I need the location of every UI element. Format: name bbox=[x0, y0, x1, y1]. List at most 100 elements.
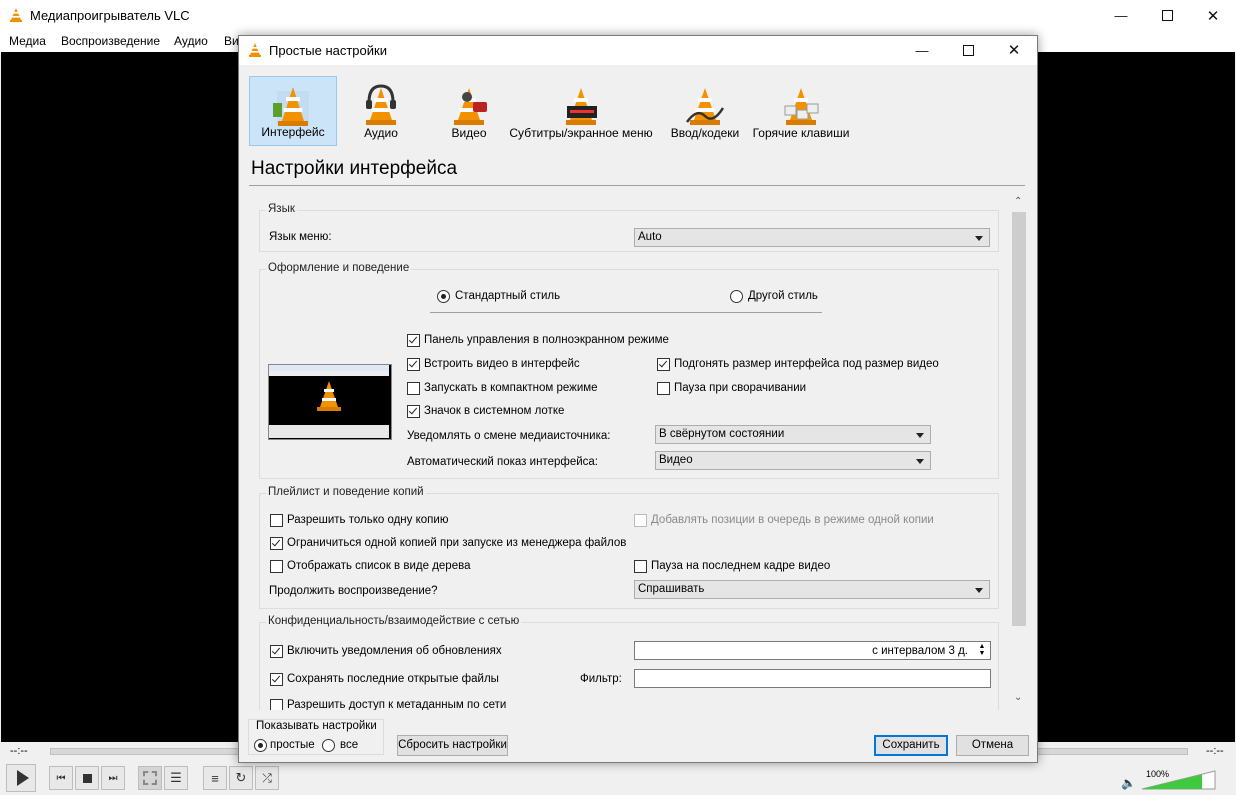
one-instance-fm-checkbox[interactable] bbox=[270, 537, 283, 550]
one-instance-checkbox[interactable] bbox=[270, 514, 283, 527]
stop-icon bbox=[82, 773, 92, 783]
audio-cone-icon bbox=[366, 84, 396, 125]
native-style-radio[interactable] bbox=[437, 290, 450, 303]
shuffle-icon: ⤮ bbox=[262, 770, 272, 785]
embed-video-label: Встроить видео в интерфейс bbox=[424, 358, 580, 370]
codecs-cone-icon bbox=[685, 88, 725, 125]
group-title: Оформление и поведение bbox=[266, 262, 412, 274]
menu-video[interactable]: Ви bbox=[224, 34, 239, 48]
compact-mode-checkbox[interactable] bbox=[407, 382, 420, 395]
next-button[interactable]: ⏭ bbox=[101, 766, 125, 790]
total-time: --:-- bbox=[1206, 745, 1224, 757]
category-subtitles[interactable]: Субтитры/экранное меню bbox=[509, 76, 653, 146]
update-interval-spinbox[interactable]: с интервалом 3 д. ▲ ▼ bbox=[634, 641, 991, 660]
close-button[interactable]: ✕ bbox=[1190, 0, 1236, 31]
pause-minimized-label: Пауза при сворачивании bbox=[674, 382, 807, 394]
main-title-bar[interactable]: Медиапроигрыватель VLC — ✕ bbox=[0, 0, 1236, 31]
cancel-button[interactable]: Отмена bbox=[956, 735, 1029, 756]
dialog-maximize-button[interactable] bbox=[945, 36, 991, 64]
play-button[interactable] bbox=[6, 764, 36, 792]
chevron-down-icon bbox=[916, 433, 924, 438]
volume-slider[interactable] bbox=[1140, 769, 1218, 791]
stop-button[interactable] bbox=[75, 766, 99, 790]
group-title: Конфиденциальность/взаимодействие с сеть… bbox=[266, 615, 522, 627]
equalizer-icon: ☰ bbox=[170, 770, 182, 785]
show-settings-title: Показывать настройки bbox=[256, 720, 377, 732]
other-style-radio[interactable] bbox=[730, 290, 743, 303]
menu-media[interactable]: Медиа bbox=[9, 34, 46, 48]
systray-icon-checkbox[interactable] bbox=[407, 405, 420, 418]
autoraise-dropdown[interactable]: Видео bbox=[655, 451, 931, 470]
group-title: Язык bbox=[266, 203, 297, 215]
pause-minimized-checkbox[interactable] bbox=[657, 382, 670, 395]
update-notify-checkbox[interactable] bbox=[270, 645, 283, 658]
save-recent-label: Сохранять последние открытые файлы bbox=[287, 673, 499, 685]
fullscreen-controls-checkbox[interactable] bbox=[407, 334, 420, 347]
loop-button[interactable]: ↻ bbox=[229, 766, 253, 790]
metadata-network-checkbox[interactable] bbox=[270, 699, 283, 710]
preview-menu-bar bbox=[269, 371, 389, 376]
playlist-button[interactable]: ≡ bbox=[203, 766, 227, 790]
category-video[interactable]: Видео bbox=[425, 76, 513, 146]
vlc-cone-icon bbox=[10, 8, 22, 22]
menu-audio[interactable]: Аудио bbox=[174, 34, 208, 48]
preview-cone-icon bbox=[317, 381, 341, 411]
pause-last-frame-checkbox[interactable] bbox=[634, 560, 647, 573]
interface-cone-icon bbox=[273, 87, 309, 126]
language-group: Язык Язык меню: Auto bbox=[259, 203, 999, 252]
dialog-title-bar[interactable]: Простые настройки — ✕ bbox=[239, 36, 1037, 65]
other-style-label: Другой стиль bbox=[748, 290, 818, 302]
speaker-icon[interactable]: 🔈 bbox=[1121, 776, 1136, 790]
autoraise-label: Автоматический показ интерфейса: bbox=[407, 456, 598, 468]
all-settings-label: все bbox=[340, 739, 359, 751]
simple-settings-label: простые bbox=[270, 739, 315, 751]
close-icon: ✕ bbox=[1007, 42, 1021, 59]
section-heading: Настройки интерфейса bbox=[251, 158, 458, 179]
reset-settings-button[interactable]: Сбросить настройки bbox=[397, 735, 508, 756]
playlist-group: Плейлист и поведение копий Разрешить тол… bbox=[259, 486, 999, 609]
save-button[interactable]: Сохранить bbox=[874, 735, 948, 756]
loop-icon: ↻ bbox=[235, 770, 247, 785]
scroll-down-icon[interactable]: ⌄ bbox=[1014, 692, 1022, 703]
resume-dropdown[interactable]: Спрашивать bbox=[634, 580, 990, 599]
notify-label: Уведомлять о смене медиаисточника: bbox=[407, 430, 611, 442]
tree-view-checkbox[interactable] bbox=[270, 560, 283, 573]
dialog-minimize-button[interactable]: — bbox=[899, 36, 945, 64]
menu-playback[interactable]: Воспроизведение bbox=[61, 34, 160, 48]
fullscreen-button[interactable] bbox=[138, 766, 162, 790]
update-notify-label: Включить уведомления об обновлениях bbox=[287, 645, 502, 657]
heading-divider bbox=[249, 185, 1025, 186]
previous-button[interactable]: ⏮ bbox=[49, 766, 73, 790]
shuffle-button[interactable]: ⤮ bbox=[255, 766, 279, 790]
main-window-title: Медиапроигрыватель VLC bbox=[30, 8, 190, 23]
embed-video-checkbox[interactable] bbox=[407, 358, 420, 371]
spin-arrows-icon[interactable]: ▲ ▼ bbox=[976, 643, 988, 657]
enqueue-one-checkbox[interactable] bbox=[634, 514, 647, 527]
enqueue-one-label: Добавлять позиции в очередь в режиме одн… bbox=[651, 514, 934, 526]
preferences-dialog: Простые настройки — ✕ Интерфейс Аудио Ви… bbox=[238, 35, 1038, 763]
dialog-close-button[interactable]: ✕ bbox=[991, 36, 1037, 64]
scrollbar-thumb[interactable] bbox=[1012, 212, 1026, 626]
look-and-feel-group: Оформление и поведение Стандартный стиль… bbox=[259, 262, 999, 479]
minimize-button[interactable]: — bbox=[1098, 0, 1144, 31]
filter-input[interactable] bbox=[634, 669, 991, 688]
next-icon: ⏭ bbox=[108, 772, 118, 784]
maximize-button[interactable] bbox=[1144, 0, 1190, 31]
group-title: Плейлист и поведение копий bbox=[266, 486, 426, 498]
fullscreen-icon bbox=[143, 771, 157, 785]
simple-settings-radio[interactable] bbox=[254, 739, 267, 752]
menu-language-dropdown[interactable]: Auto bbox=[634, 228, 990, 247]
privacy-group: Конфиденциальность/взаимодействие с сеть… bbox=[259, 615, 999, 710]
category-label: Горячие клавиши bbox=[752, 126, 850, 140]
notify-dropdown[interactable]: В свёрнутом состоянии bbox=[655, 425, 931, 444]
menu-language-label: Язык меню: bbox=[269, 231, 332, 243]
resize-interface-checkbox[interactable] bbox=[657, 358, 670, 371]
extended-settings-button[interactable]: ☰ bbox=[164, 766, 188, 790]
previous-icon: ⏮ bbox=[56, 772, 66, 784]
save-recent-checkbox[interactable] bbox=[270, 673, 283, 686]
all-settings-radio[interactable] bbox=[322, 739, 335, 752]
scroll-up-icon[interactable]: ⌃ bbox=[1014, 196, 1022, 207]
resume-label: Продолжить воспроизведение? bbox=[269, 585, 438, 597]
filter-label: Фильтр: bbox=[580, 673, 622, 685]
category-hotkeys[interactable]: Горячие клавиши bbox=[753, 76, 849, 146]
